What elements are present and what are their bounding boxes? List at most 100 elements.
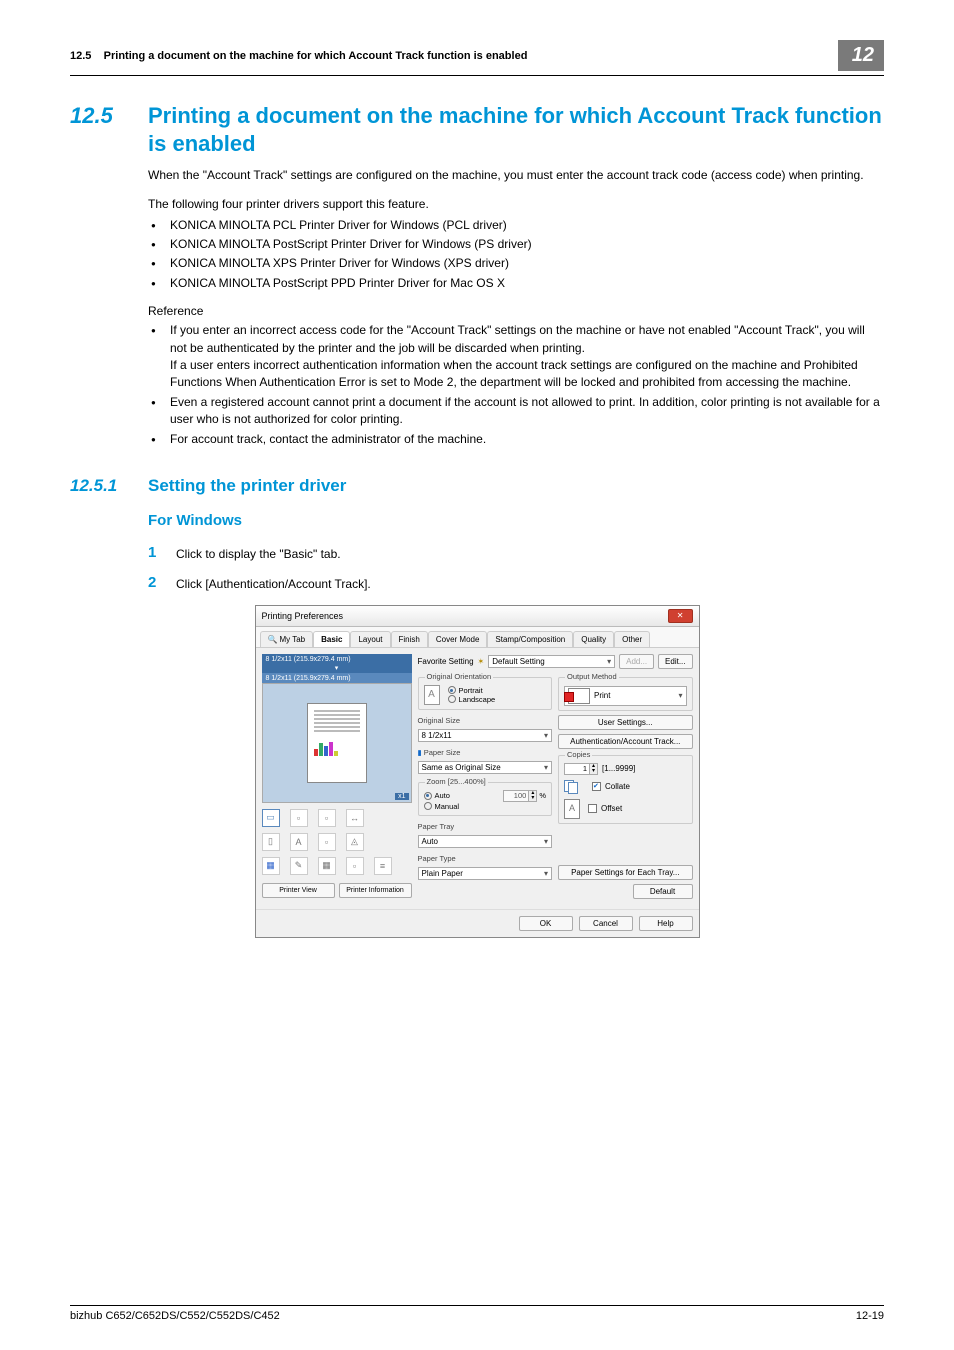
step-number-2: 2	[148, 575, 176, 591]
default-button[interactable]: Default	[633, 884, 693, 899]
edit-button[interactable]: Edit...	[658, 654, 692, 669]
driver-item: KONICA MINOLTA PCL Printer Driver for Wi…	[148, 217, 884, 234]
link-icon: ▮	[418, 748, 422, 757]
orientation-group-label: Original Orientation	[425, 672, 494, 681]
arrow-down-icon: ▾	[262, 665, 412, 673]
favorite-setting-label: Favorite Setting	[418, 657, 474, 666]
paper-tray-select[interactable]: Auto	[418, 835, 553, 848]
driver-item: KONICA MINOLTA PostScript PPD Printer Dr…	[148, 275, 884, 292]
step-number-1: 1	[148, 545, 176, 561]
collate-checkbox[interactable]	[592, 782, 601, 791]
output-method-select[interactable]: Print	[564, 686, 687, 706]
original-size-select[interactable]: 8 1/2x11	[418, 729, 553, 742]
ok-button[interactable]: OK	[519, 916, 573, 931]
cancel-button[interactable]: Cancel	[579, 916, 633, 931]
offset-icon	[564, 799, 580, 819]
tabs-row: 🔍My Tab Basic Layout Finish Cover Mode S…	[256, 627, 699, 648]
step-text-1: Click to display the "Basic" tab.	[176, 545, 341, 561]
step-text-2: Click [Authentication/Account Track].	[176, 575, 371, 591]
paper-size-label: Paper Size	[424, 748, 461, 757]
subsection-title: Setting the printer driver	[148, 476, 346, 496]
copies-stepper[interactable]: ▴▾	[564, 763, 598, 775]
help-button[interactable]: Help	[639, 916, 693, 931]
reference-item: Even a registered account cannot print a…	[148, 394, 884, 429]
zoom-manual-radio[interactable]	[424, 802, 432, 810]
landscape-radio[interactable]	[448, 695, 456, 703]
zoom-auto-radio[interactable]	[424, 792, 432, 800]
tab-other[interactable]: Other	[614, 631, 650, 647]
preview-option-icon[interactable]: ▫	[290, 809, 308, 827]
reference-heading: Reference	[148, 304, 884, 318]
tab-finish[interactable]: Finish	[391, 631, 428, 647]
orientation-preview-icon: A	[424, 685, 440, 705]
footer-page-number: 12-19	[856, 1310, 884, 1322]
original-size-label: Original Size	[418, 716, 553, 725]
copies-group-label: Copies	[565, 750, 592, 759]
paper-type-select[interactable]: Plain Paper	[418, 867, 553, 880]
copies-range-label: [1...9999]	[602, 764, 635, 773]
preview-input-size: 8 1/2x11 (215.9x279.4 mm)	[262, 654, 412, 665]
preview-option-icon[interactable]: ◬	[346, 833, 364, 851]
preview-option-icon[interactable]: ↔	[346, 809, 364, 827]
reference-item: If you enter an incorrect access code fo…	[148, 322, 884, 392]
tab-stamp-composition[interactable]: Stamp/Composition	[487, 631, 573, 647]
portrait-label: Portrait	[459, 686, 483, 695]
portrait-radio[interactable]	[448, 686, 456, 694]
header-section-ref: 12.5	[70, 50, 91, 62]
tab-my-tab[interactable]: 🔍My Tab	[260, 631, 314, 647]
footer-model: bizhub C652/C652DS/C552/C552DS/C452	[70, 1310, 280, 1322]
dialog-title: Printing Preferences	[262, 611, 344, 621]
preview-option-icon[interactable]: A	[290, 833, 308, 851]
zoom-auto-label: Auto	[435, 791, 450, 800]
reference-list: If you enter an incorrect access code fo…	[148, 322, 884, 448]
header-running-title: Printing a document on the machine for w…	[104, 50, 528, 62]
tab-cover-mode[interactable]: Cover Mode	[428, 631, 488, 647]
authentication-account-track-button[interactable]: Authentication/Account Track...	[558, 734, 693, 749]
printer-view-button[interactable]: Printer View	[262, 883, 335, 898]
printer-information-button[interactable]: Printer Information	[339, 883, 412, 898]
preview-option-icon[interactable]: ▦	[262, 857, 280, 875]
preview-option-icon[interactable]: ▭	[262, 809, 280, 827]
zoom-value-stepper[interactable]: ▴▾	[503, 790, 537, 802]
driver-list: KONICA MINOLTA PCL Printer Driver for Wi…	[148, 217, 884, 293]
paper-tray-label: Paper Tray	[418, 822, 553, 831]
favorite-setting-select[interactable]: Default Setting	[488, 655, 615, 668]
for-windows-heading: For Windows	[148, 512, 884, 529]
zoom-percent-label: %	[539, 791, 546, 800]
preview-option-icon[interactable]: ▫	[346, 857, 364, 875]
preview-option-icon[interactable]: ✎	[290, 857, 308, 875]
preview-option-icon[interactable]: ▯	[262, 833, 280, 851]
zoom-badge: x1	[395, 793, 408, 800]
driver-item: KONICA MINOLTA XPS Printer Driver for Wi…	[148, 255, 884, 272]
preview-canvas: x1	[262, 683, 412, 803]
add-button[interactable]: Add...	[619, 654, 654, 669]
output-method-group-label: Output Method	[565, 672, 619, 681]
paper-type-label: Paper Type	[418, 854, 553, 863]
tab-quality[interactable]: Quality	[573, 631, 614, 647]
section-title: Printing a document on the machine for w…	[148, 102, 884, 157]
preview-option-icon[interactable]: ▫	[318, 833, 336, 851]
paper-settings-each-tray-button[interactable]: Paper Settings for Each Tray...	[558, 865, 693, 880]
offset-checkbox[interactable]	[588, 804, 597, 813]
tab-layout[interactable]: Layout	[350, 631, 390, 647]
preview-option-icon[interactable]: ▦	[318, 857, 336, 875]
tab-basic[interactable]: Basic	[313, 631, 350, 647]
driver-item: KONICA MINOLTA PostScript Printer Driver…	[148, 236, 884, 253]
zoom-manual-label: Manual	[435, 802, 460, 811]
user-settings-button[interactable]: User Settings...	[558, 715, 693, 730]
print-icon	[568, 688, 590, 704]
printing-preferences-dialog: Printing Preferences ✕ 🔍My Tab Basic Lay…	[255, 605, 700, 938]
landscape-label: Landscape	[459, 695, 496, 704]
star-icon: ✶	[478, 657, 485, 666]
collate-label: Collate	[605, 782, 630, 791]
paper-size-select[interactable]: Same as Original Size	[418, 761, 553, 774]
preview-option-icon[interactable]: ▫	[318, 809, 336, 827]
section-number: 12.5	[70, 103, 148, 129]
reference-item: For account track, contact the administr…	[148, 431, 884, 448]
preview-option-icon[interactable]: ≡	[374, 857, 392, 875]
subsection-number: 12.5.1	[70, 476, 148, 496]
zoom-group-label: Zoom [25...400%]	[425, 777, 488, 786]
collate-icon	[564, 780, 584, 794]
intro-paragraph-2: The following four printer drivers suppo…	[148, 196, 884, 213]
close-icon[interactable]: ✕	[668, 609, 693, 623]
